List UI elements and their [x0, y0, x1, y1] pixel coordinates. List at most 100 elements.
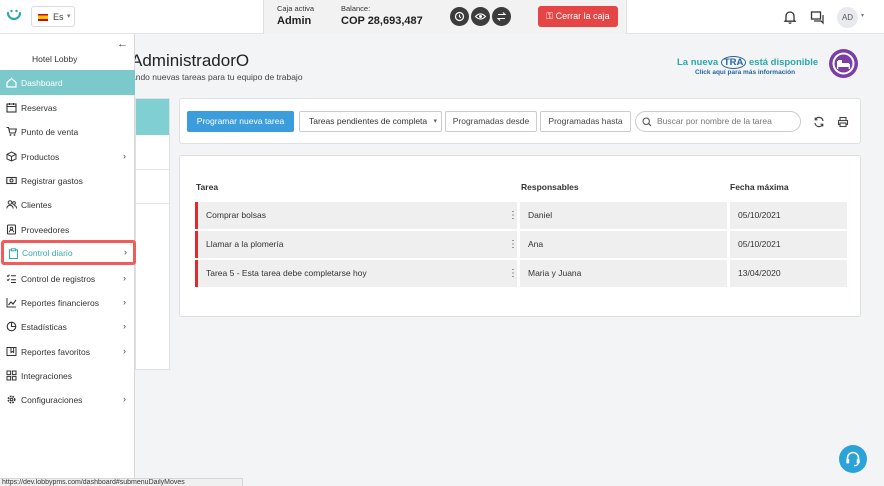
balance-value: COP 28,693,487	[341, 15, 423, 27]
more-options-icon[interactable]: ⋮	[508, 231, 518, 258]
box-icon	[6, 151, 17, 162]
more-options-icon[interactable]: ⋮	[508, 202, 518, 229]
app-logo-icon[interactable]	[6, 8, 22, 24]
cashbox-label: Caja activa	[277, 4, 315, 13]
sidebar-item-label: Clientes	[21, 200, 52, 210]
sidebar-item-control-de-registros[interactable]: Control de registros ›	[0, 266, 135, 291]
column-header-task[interactable]: Tarea	[196, 182, 218, 192]
task-status-select[interactable]: Tareas pendientes de completa ▾	[299, 111, 442, 132]
search-icon	[642, 117, 652, 127]
task-status-value: Tareas pendientes de completa	[309, 116, 428, 126]
close-cashbox-label: Cerrar la caja	[555, 11, 610, 21]
status-bar-url: https://dev.lobbypms.com/dashboard#subme…	[0, 478, 243, 486]
sidebar-item-label: Dashboard	[21, 78, 63, 88]
sidebar-item-reservas[interactable]: Reservas	[0, 95, 135, 120]
divider	[136, 203, 169, 204]
refresh-icon[interactable]	[813, 116, 825, 128]
table-row[interactable]: Tarea 5 - Esta tarea debe completarse ho…	[195, 260, 847, 287]
sidebar-item-label: Reportes favoritos	[21, 347, 90, 357]
tasks-side-panel	[135, 98, 170, 370]
bell-icon[interactable]	[782, 9, 798, 25]
new-task-button[interactable]: Programar nueva tarea	[187, 111, 294, 132]
chevron-right-icon: ›	[124, 247, 127, 257]
language-selector[interactable]: Es ▾	[31, 6, 75, 27]
sidebar-item-label: Control diario	[22, 248, 73, 258]
date-from-input[interactable]: Programadas desde	[445, 111, 537, 132]
date-cell: 05/10/2021	[730, 202, 847, 229]
gear-icon	[7, 395, 16, 404]
tra-banner-prefix: La nueva	[677, 57, 719, 68]
sidebar-item-dashboard[interactable]: Dashboard	[0, 70, 135, 95]
sidebar: ← Hotel Lobby Dashboard Reservas Punto d…	[0, 34, 136, 478]
spain-flag-icon	[38, 14, 48, 21]
table-row[interactable]: Llamar a la plomería ⋮ Ana 05/10/2021	[195, 231, 847, 258]
table-row[interactable]: Comprar bolsas ⋮ Daniel 05/10/2021	[195, 202, 847, 229]
tasks-table: Tarea Responsables Fecha máxima Comprar …	[179, 155, 861, 317]
chart-line-icon	[6, 298, 17, 308]
chevron-right-icon: ›	[123, 273, 126, 283]
sidebar-item-label: Configuraciones	[21, 395, 83, 405]
task-cell[interactable]: Tarea 5 - Esta tarea debe completarse ho…	[195, 260, 518, 287]
chevron-down-icon: ▾	[67, 13, 71, 20]
sidebar-item-label: Punto de venta	[21, 127, 79, 137]
search-input[interactable]: Buscar por nombre de la tarea	[635, 111, 801, 132]
eye-icon[interactable]	[471, 7, 490, 26]
tra-banner-link[interactable]: Click aquí para más información	[695, 69, 795, 76]
transfer-icon[interactable]	[492, 7, 511, 26]
sidebar-item-label: Reportes financieros	[21, 298, 99, 308]
sidebar-item-control-diario[interactable]: Control diario ›	[1, 240, 136, 265]
sidebar-item-proveedores[interactable]: Proveedores	[0, 217, 135, 242]
sidebar-item-registrar-gastos[interactable]: Registrar gastos	[0, 168, 135, 193]
support-headset-icon[interactable]	[839, 445, 867, 473]
pie-chart-icon	[6, 321, 17, 332]
responsables-cell: Daniel	[520, 202, 727, 229]
chevron-down-icon[interactable]: ▾	[861, 12, 864, 19]
sidebar-item-label: Reservas	[21, 103, 57, 113]
tra-bed-icon[interactable]	[829, 49, 858, 78]
close-cashbox-button[interactable]: ⚿ Cerrar la caja	[538, 6, 618, 27]
task-name: Llamar a la plomería	[206, 239, 284, 249]
task-name: Tarea 5 - Esta tarea debe completarse ho…	[206, 268, 367, 278]
collapse-sidebar-icon[interactable]: ←	[117, 38, 128, 50]
chevron-right-icon: ›	[123, 321, 126, 331]
task-cell[interactable]: Comprar bolsas ⋮	[195, 202, 518, 229]
side-panel-active-tab[interactable]	[136, 99, 169, 135]
chat-icon[interactable]	[809, 9, 825, 25]
chevron-down-icon: ▾	[433, 118, 437, 125]
task-name: Comprar bolsas	[206, 210, 266, 220]
history-icon[interactable]	[450, 7, 469, 26]
task-cell[interactable]: Llamar a la plomería ⋮	[195, 231, 518, 258]
print-icon[interactable]	[837, 116, 849, 128]
more-options-icon[interactable]: ⋮	[508, 260, 518, 287]
responsables-cell: Ana	[520, 231, 727, 258]
sidebar-item-estadisticas[interactable]: Estadísticas ›	[0, 314, 135, 339]
calendar-icon	[6, 103, 17, 113]
address-book-icon	[6, 224, 17, 235]
bookmark-icon	[6, 347, 17, 356]
filter-bar: Programar nueva tarea Tareas pendientes …	[179, 98, 861, 144]
key-icon: ⚿	[546, 11, 556, 21]
hotel-name: Hotel Lobby	[32, 54, 78, 64]
date-to-input[interactable]: Programadas hasta	[540, 111, 631, 132]
list-check-icon	[6, 274, 16, 283]
language-label: Es	[53, 12, 64, 22]
sidebar-item-integraciones[interactable]: Integraciones	[0, 363, 135, 388]
cart-icon	[6, 126, 17, 136]
sidebar-item-punto-de-venta[interactable]: Punto de venta	[0, 119, 135, 144]
users-icon	[6, 200, 17, 209]
sidebar-item-clientes[interactable]: Clientes	[0, 192, 135, 217]
sidebar-item-label: Integraciones	[21, 371, 73, 381]
sidebar-item-reportes-financieros[interactable]: Reportes financieros ›	[0, 290, 135, 315]
sidebar-item-label: Registrar gastos	[21, 176, 83, 186]
column-header-date[interactable]: Fecha máxima	[730, 182, 789, 192]
sidebar-item-label: Productos	[21, 152, 60, 162]
sidebar-item-configuraciones[interactable]: Configuraciones ›	[0, 387, 135, 412]
avatar[interactable]: AD	[837, 7, 858, 28]
page-title: AdministradorO	[131, 51, 250, 70]
sidebar-item-reportes-favoritos[interactable]: Reportes favoritos ›	[0, 339, 135, 364]
date-cell: 05/10/2021	[730, 231, 847, 258]
sidebar-item-productos[interactable]: Productos ›	[0, 144, 135, 169]
search-placeholder: Buscar por nombre de la tarea	[657, 116, 772, 126]
tra-banner[interactable]: La nueva TRA está disponible Click aquí …	[675, 51, 835, 81]
column-header-responsables[interactable]: Responsables	[521, 182, 579, 192]
